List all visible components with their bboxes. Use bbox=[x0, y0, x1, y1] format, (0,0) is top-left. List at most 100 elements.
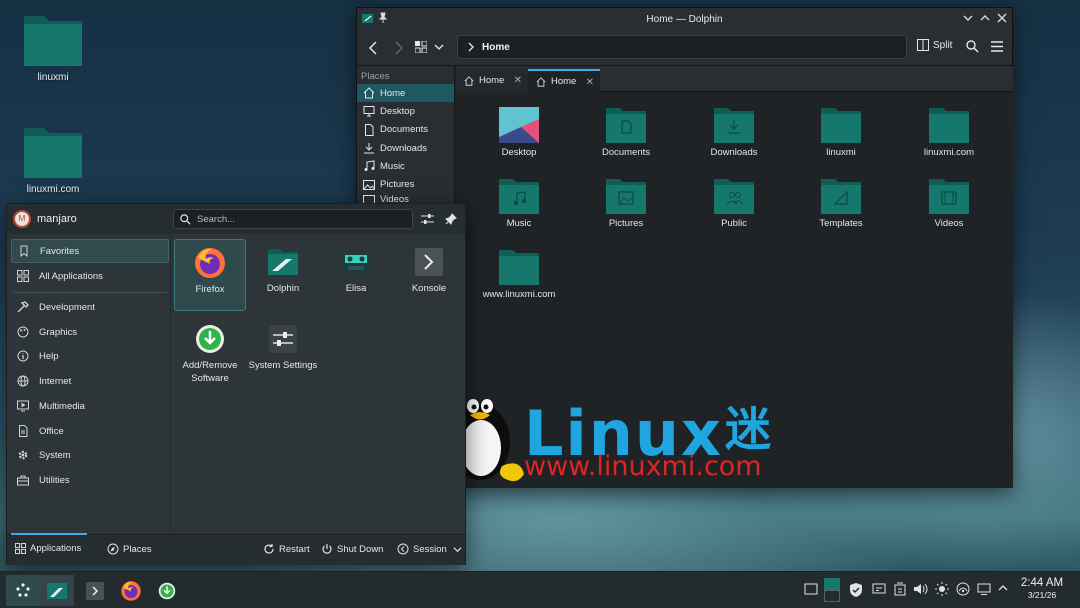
file-item-linuxmi-com[interactable]: linuxmi.com bbox=[899, 106, 999, 158]
clipboard-icon[interactable] bbox=[872, 582, 888, 598]
shutdown-button[interactable]: Shut Down bbox=[321, 543, 383, 555]
file-item-downloads[interactable]: Downloads bbox=[684, 106, 784, 158]
category-development[interactable]: Development bbox=[11, 295, 169, 319]
category-system[interactable]: System bbox=[11, 443, 169, 467]
pager-icon[interactable] bbox=[824, 578, 840, 602]
brightness-icon[interactable] bbox=[935, 582, 951, 598]
category-utilities[interactable]: Utilities bbox=[11, 468, 169, 492]
minimize-icon[interactable] bbox=[962, 12, 976, 26]
compass-icon bbox=[107, 543, 119, 555]
desktop-icon-linuxmi[interactable]: linuxmi bbox=[13, 12, 93, 83]
network-icon[interactable] bbox=[956, 582, 972, 598]
app-grid: Firefox Dolphin Elisa Konsole Add/Remove… bbox=[173, 238, 463, 528]
folder-icon bbox=[929, 108, 969, 143]
app-elisa[interactable]: Elisa bbox=[320, 239, 392, 311]
tab-close-icon[interactable]: ✕ bbox=[514, 75, 522, 86]
category-divider bbox=[13, 292, 167, 293]
pin-icon[interactable] bbox=[377, 12, 391, 26]
category-all-applications[interactable]: All Applications bbox=[11, 264, 169, 288]
task-firefox[interactable] bbox=[114, 575, 148, 606]
avatar[interactable]: M bbox=[13, 210, 31, 228]
file-item-www-linuxmi-com[interactable]: www.linuxmi.com bbox=[469, 248, 569, 300]
view-mode-dropdown[interactable] bbox=[434, 42, 444, 52]
settings-icon bbox=[269, 325, 297, 353]
app-system-settings[interactable]: System Settings bbox=[247, 316, 319, 382]
category-internet[interactable]: Internet bbox=[11, 369, 169, 393]
tab-places[interactable]: Places bbox=[107, 543, 152, 555]
file-item-videos[interactable]: Videos bbox=[899, 177, 999, 229]
place-desktop[interactable]: Desktop bbox=[357, 102, 454, 120]
tab-close-icon[interactable]: ✕ bbox=[586, 77, 594, 88]
view-mode-button[interactable] bbox=[415, 41, 427, 53]
file-item-linuxmi[interactable]: linuxmi bbox=[791, 106, 891, 158]
place-music[interactable]: Music bbox=[357, 157, 454, 175]
volume-icon[interactable] bbox=[913, 582, 929, 598]
app-add-remove-software[interactable]: Add/Remove Software bbox=[174, 316, 246, 384]
file-item-public[interactable]: Public bbox=[684, 177, 784, 229]
documents-folder-icon bbox=[606, 108, 646, 143]
show-desktop-icon[interactable] bbox=[804, 582, 820, 598]
file-item-desktop[interactable]: Desktop bbox=[469, 106, 569, 158]
category-label: All Applications bbox=[39, 270, 103, 282]
category-favorites[interactable]: Favorites bbox=[11, 239, 169, 263]
chevron-left-icon bbox=[368, 41, 377, 55]
file-item-documents[interactable]: Documents bbox=[576, 106, 676, 158]
chevron-up-icon[interactable] bbox=[997, 582, 1013, 598]
restart-button[interactable]: Restart bbox=[263, 543, 310, 555]
search-input[interactable]: Search... bbox=[173, 209, 413, 229]
updates-icon[interactable] bbox=[893, 582, 909, 598]
task-pamac[interactable] bbox=[150, 575, 184, 606]
window-titlebar[interactable]: Home — Dolphin bbox=[357, 8, 1012, 30]
place-downloads[interactable]: Downloads bbox=[357, 139, 454, 157]
location-bar[interactable]: Home bbox=[457, 35, 907, 59]
back-button[interactable] bbox=[367, 40, 381, 56]
split-button[interactable]: Split bbox=[917, 39, 952, 51]
tab-label: Home bbox=[479, 75, 505, 86]
desktop-icon-linuxmi-com[interactable]: linuxmi.com bbox=[13, 124, 93, 195]
file-item-music[interactable]: Music bbox=[469, 177, 569, 229]
file-item-pictures[interactable]: Pictures bbox=[576, 177, 676, 229]
tab-bar: Home ✕ Home ✕ bbox=[456, 66, 1013, 92]
configure-button[interactable] bbox=[421, 213, 434, 225]
file-label: linuxmi bbox=[826, 147, 856, 158]
category-help[interactable]: Help bbox=[11, 344, 169, 368]
task-konsole[interactable] bbox=[78, 575, 112, 606]
search-placeholder: Search... bbox=[197, 213, 236, 225]
app-firefox[interactable]: Firefox bbox=[174, 239, 246, 311]
session-button[interactable]: Session bbox=[397, 543, 462, 555]
hamburger-menu-icon bbox=[991, 41, 1003, 52]
place-documents[interactable]: Documents bbox=[357, 121, 454, 139]
app-label: Add/Remove Software bbox=[182, 360, 238, 384]
search-button[interactable] bbox=[966, 40, 979, 53]
pin-icon bbox=[445, 213, 457, 225]
pin-button[interactable] bbox=[445, 213, 457, 225]
tab-applications[interactable]: Applications bbox=[15, 543, 81, 554]
split-label: Split bbox=[933, 39, 953, 51]
music-folder-icon bbox=[499, 179, 539, 214]
task-dolphin[interactable] bbox=[40, 575, 74, 606]
logo-url: www.linuxmi.com bbox=[524, 451, 762, 482]
launcher-button[interactable] bbox=[6, 575, 40, 606]
place-pictures[interactable]: Pictures bbox=[357, 175, 454, 193]
app-dolphin[interactable]: Dolphin bbox=[247, 239, 319, 311]
file-item-templates[interactable]: Templates bbox=[791, 177, 891, 229]
menu-button[interactable] bbox=[991, 41, 1003, 52]
forward-button[interactable] bbox=[391, 40, 405, 56]
tab-home-1[interactable]: Home ✕ bbox=[456, 69, 528, 92]
shield-icon[interactable] bbox=[849, 582, 865, 598]
category-multimedia[interactable]: Multimedia bbox=[11, 394, 169, 418]
file-label: Templates bbox=[819, 218, 863, 229]
digital-clock[interactable]: 2:44 AM 3/21/26 bbox=[1016, 577, 1068, 600]
breadcrumb-home[interactable]: Home bbox=[482, 42, 510, 53]
category-office[interactable]: Office bbox=[11, 419, 169, 443]
category-graphics[interactable]: Graphics bbox=[11, 320, 169, 344]
display-icon[interactable] bbox=[977, 582, 993, 598]
app-icon bbox=[361, 12, 375, 26]
globe-icon bbox=[17, 375, 29, 387]
tab-home-2[interactable]: Home ✕ bbox=[528, 69, 600, 92]
close-icon[interactable] bbox=[996, 12, 1010, 26]
maximize-icon[interactable] bbox=[979, 12, 993, 26]
category-list: Favorites All Applications Development G… bbox=[7, 234, 171, 532]
place-home[interactable]: Home bbox=[357, 84, 454, 103]
app-konsole[interactable]: Konsole bbox=[393, 239, 465, 311]
